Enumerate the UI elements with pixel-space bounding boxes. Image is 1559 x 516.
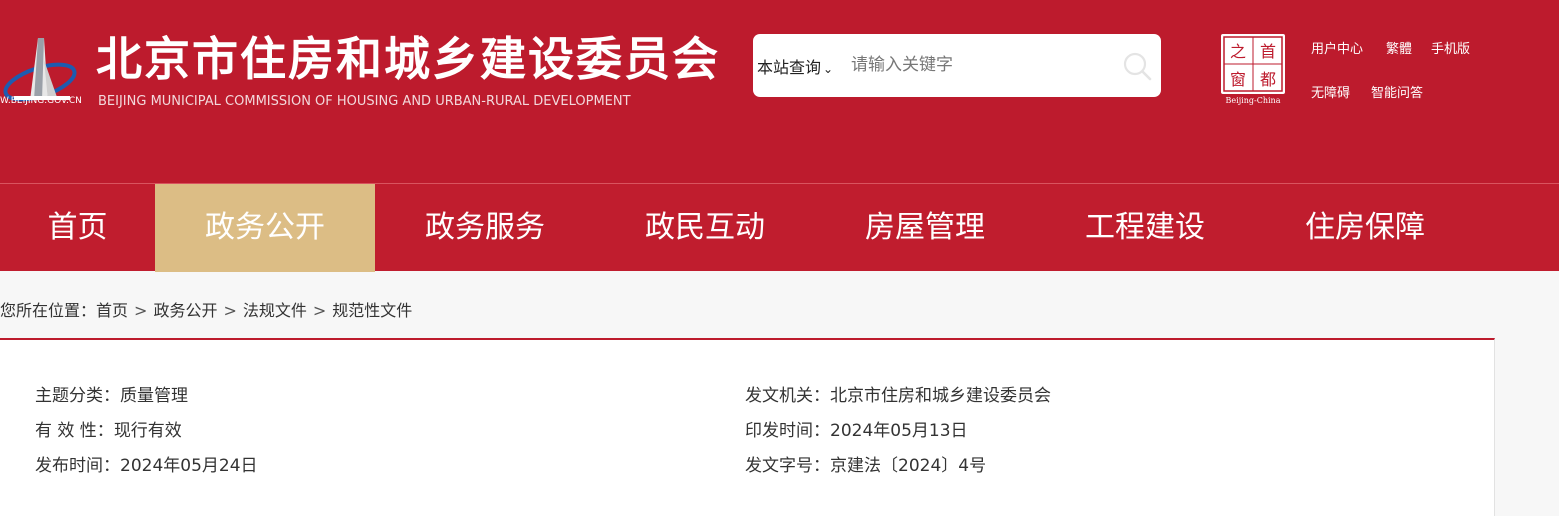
breadcrumb-separator: > [223,301,237,320]
document-meta-panel: 主题分类：质量管理 有 效 性：现行有效 发布时间：2024年05月24日 发文… [0,338,1495,516]
meta-topic-category: 主题分类：质量管理 [35,381,188,406]
breadcrumb-separator: > [312,301,327,320]
meta-validity: 有 效 性：现行有效 [35,416,182,441]
capital-badge-char-2: 首 [1260,42,1276,61]
meta-document-number: 发文字号：京建法〔2024〕4号 [745,451,986,476]
nav-item-engineering-construction[interactable]: 工程建设 [1035,184,1255,272]
breadcrumb-prefix: 您所在位置： [0,301,97,320]
meta-label: 主题分类： [35,386,120,406]
main-nav: 首页 政务公开 政务服务 政民互动 房屋管理 工程建设 住房保障 [0,183,1559,272]
capital-badge-char-1: 之 [1230,42,1246,61]
meta-issuing-authority: 发文机关：北京市住房和城乡建设委员会 [745,381,1051,406]
meta-print-date: 印发时间：2024年05月13日 [745,416,968,441]
breadcrumb-item-home[interactable]: 首页 [96,301,128,320]
top-link-user-center[interactable]: 用户中心 [1311,38,1363,57]
nav-item-gov-affairs-public[interactable]: 政务公开 [155,184,375,272]
meta-label: 发文字号： [745,456,830,476]
breadcrumb-item-regulations[interactable]: 法规文件 [243,301,307,320]
breadcrumb-separator: > [134,301,148,320]
breadcrumb-item-normative-docs[interactable]: 规范性文件 [332,301,412,320]
meta-publish-date: 发布时间：2024年05月24日 [35,451,258,476]
capital-window-logo-icon[interactable]: 之 首 窗 都 Beijing-China [1220,33,1286,105]
search-scope-select[interactable]: 本站查询 ⌄ [757,54,833,78]
meta-label: 发文机关： [745,386,830,406]
chevron-down-icon: ⌄ [823,62,834,76]
meta-value: 2024年05月24日 [120,456,258,476]
top-link-mobile[interactable]: 手机版 [1431,38,1470,57]
nav-item-gov-services[interactable]: 政务服务 [375,184,595,272]
capital-badge-char-4: 都 [1260,70,1276,89]
meta-value: 现行有效 [113,421,182,441]
meta-label: 印发时间： [745,421,830,441]
site-title[interactable]: 北京市住房和城乡建设委员会 [96,30,720,88]
top-link-accessibility[interactable]: 无障碍 [1311,82,1350,101]
nav-item-housing-management[interactable]: 房屋管理 [815,184,1035,272]
top-link-smart-qa[interactable]: 智能问答 [1371,82,1423,101]
capital-badge-char-3: 窗 [1230,70,1246,89]
search-input[interactable] [851,48,1111,82]
breadcrumb-item-gov-affairs[interactable]: 政务公开 [153,301,217,320]
capital-badge-caption: Beijing-China [1226,96,1281,105]
meta-label: 发布时间： [35,456,120,476]
search-icon[interactable] [1121,50,1153,82]
nav-item-home[interactable]: 首页 [0,184,155,272]
search-box: 本站查询 ⌄ [753,34,1161,97]
nav-item-housing-security[interactable]: 住房保障 [1255,184,1475,272]
meta-value: 北京市住房和城乡建设委员会 [830,386,1051,406]
nav-item-public-interaction[interactable]: 政民互动 [595,184,815,272]
meta-label: 有 效 性： [35,421,114,441]
meta-value: 京建法〔2024〕4号 [830,456,987,476]
emblem-url: W.BEIJING.GOV.CN [0,96,82,106]
site-header: W.BEIJING.GOV.CN 北京市住房和城乡建设委员会 BEIJING M… [0,0,1559,183]
site-subtitle: BEIJING MUNICIPAL COMMISSION OF HOUSING … [98,94,631,109]
breadcrumb: 您所在位置：首页 > 政务公开 > 法规文件 > 规范性文件 [0,297,412,321]
meta-value: 2024年05月13日 [830,421,968,441]
search-scope-label: 本站查询 [757,58,822,77]
meta-value: 质量管理 [120,386,188,406]
top-link-traditional[interactable]: 繁體 [1386,38,1412,57]
